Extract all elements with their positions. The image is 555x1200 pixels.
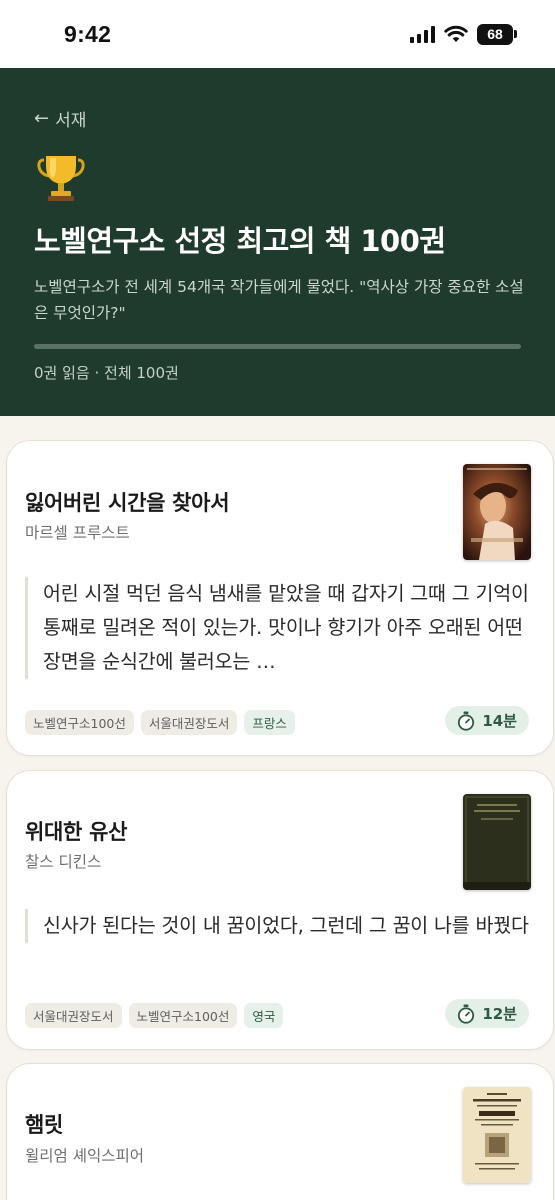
tag-list: 서울대권장도서 노벨연구소100선 영국 (25, 1003, 284, 1028)
old-print-title-page-cover-icon (463, 1087, 531, 1183)
tag[interactable]: 서울대권장도서 (140, 710, 238, 735)
book-author: 마르셀 프루스트 (25, 524, 130, 542)
portrait-painting-cover-icon (463, 464, 531, 560)
tag[interactable]: 서울대권장도서 (25, 1003, 122, 1028)
country-tag[interactable]: 영국 (244, 1003, 284, 1028)
book-quote: 신사가 된다는 것이 내 꿈이었다, 그런데 그 꿈이 나를 바꿨다 (25, 909, 535, 943)
book-title: 햄릿 (25, 1113, 64, 1137)
book-quote: 어린 시절 먹던 음식 냄새를 맡았을 때 갑자기 그때 그 기억이 통째로 밀… (25, 577, 535, 679)
book-title: 잃어버린 시간을 찾아서 (25, 491, 230, 515)
stopwatch-icon (458, 1004, 475, 1024)
collection-description: 노벨연구소가 전 세계 54개국 작가들에게 물었다. "역사상 가장 중요한 … (34, 278, 524, 322)
book-card[interactable]: 잃어버린 시간을 찾아서 마르셀 프루스트 어린 시절 먹던 음식 냄새를 맡았… (6, 440, 554, 756)
book-card[interactable]: 햄릿 윌리엄 셰익스피어 (6, 1063, 554, 1200)
tag-list: 노벨연구소100선 서울대권장도서 프랑스 (25, 710, 295, 735)
reading-progress-text: 0권 읽음 · 전체 100권 (34, 364, 179, 382)
back-label: 서재 (55, 111, 87, 131)
status-icons: 68 (410, 23, 517, 45)
tag[interactable]: 노벨연구소100선 (128, 1003, 238, 1028)
reading-time: 12분 (482, 1005, 517, 1023)
book-card[interactable]: 위대한 유산 찰스 디킨스 신사가 된다는 것이 내 꿈이었다, 그런데 그 꿈… (6, 770, 554, 1050)
dark-green-book-cover-icon (463, 794, 531, 890)
reading-time: 14분 (482, 712, 517, 730)
page-title: 노벨연구소 선정 최고의 책 100권 (34, 224, 446, 258)
book-author: 찰스 디킨스 (25, 853, 102, 871)
tag[interactable]: 노벨연구소100선 (25, 710, 134, 735)
back-button[interactable]: ← 서재 (34, 106, 86, 131)
reading-time-badge: 12분 (445, 999, 529, 1028)
cellular-signal-icon (410, 25, 435, 43)
book-title: 위대한 유산 (25, 820, 128, 844)
collection-header: ← 서재 노벨연구소 선정 최고의 책 100권 노벨연구소가 전 세계 54개… (0, 68, 555, 416)
trophy-icon (37, 156, 85, 201)
reading-time-badge: 14분 (445, 706, 529, 735)
status-bar: 9:42 68 (0, 0, 555, 68)
wifi-icon (444, 25, 468, 42)
status-time: 9:42 (64, 20, 112, 47)
battery-level: 68 (477, 23, 513, 45)
book-author: 윌리엄 셰익스피어 (25, 1147, 145, 1165)
reading-progress-bar (34, 344, 521, 349)
country-tag[interactable]: 프랑스 (244, 710, 295, 735)
stopwatch-icon (458, 711, 475, 731)
arrow-left-icon: ← (34, 108, 50, 129)
battery-icon: 68 (477, 23, 517, 45)
